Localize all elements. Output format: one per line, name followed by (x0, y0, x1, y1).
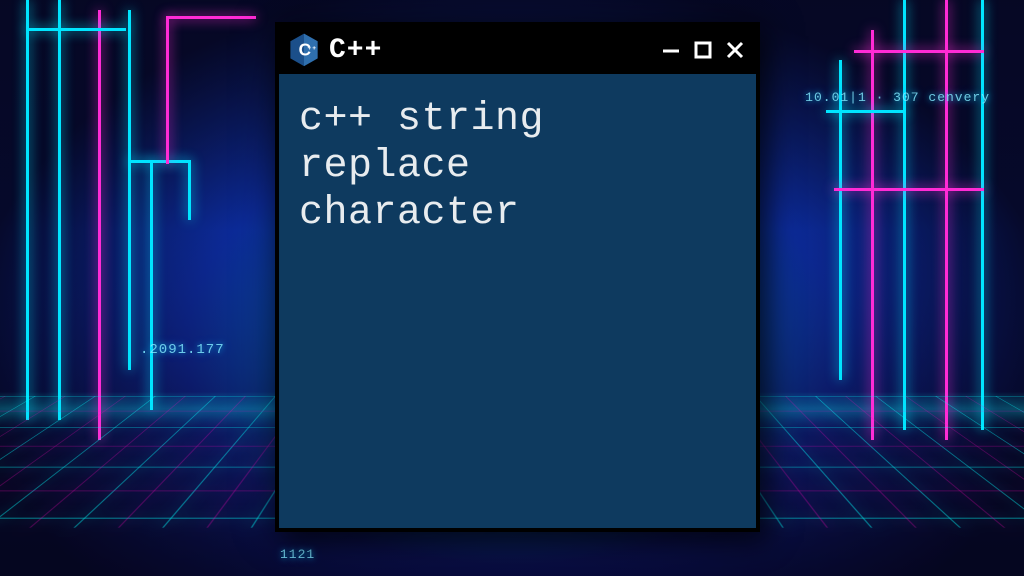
window-title: C++ (329, 35, 650, 66)
svg-text:+: + (312, 45, 316, 52)
circuit-line (945, 0, 948, 440)
minimize-button[interactable] (660, 39, 682, 61)
circuit-line (839, 60, 842, 380)
circuit-line (26, 28, 126, 31)
circuit-line (166, 16, 256, 19)
circuit-line (188, 160, 191, 220)
svg-text:+: + (308, 45, 312, 52)
app-window: C + + C++ c++ string replace character (275, 22, 760, 532)
circuit-line (903, 0, 906, 430)
cpp-logo-icon: C + + (289, 33, 319, 67)
title-bar[interactable]: C + + C++ (279, 26, 756, 74)
window-controls (660, 39, 746, 61)
circuit-line (98, 10, 101, 440)
circuit-line (150, 160, 153, 410)
circuit-line (58, 0, 61, 420)
bg-deco-text: 10.01|1 · 307 cenvery (805, 90, 990, 105)
circuit-line (166, 16, 169, 164)
close-button[interactable] (724, 39, 746, 61)
circuit-line (128, 160, 188, 163)
circuit-line (834, 188, 984, 191)
circuit-line (981, 0, 984, 430)
bg-deco-text: .2091.177 (140, 342, 225, 358)
window-content-text: c++ string replace character (279, 74, 756, 260)
maximize-button[interactable] (692, 39, 714, 61)
circuit-line (26, 0, 29, 420)
circuit-line (128, 10, 131, 370)
circuit-line (854, 50, 984, 53)
bg-deco-text: 1121 (280, 547, 315, 562)
content-line: c++ string replace character (299, 97, 544, 236)
circuit-line (826, 110, 906, 113)
